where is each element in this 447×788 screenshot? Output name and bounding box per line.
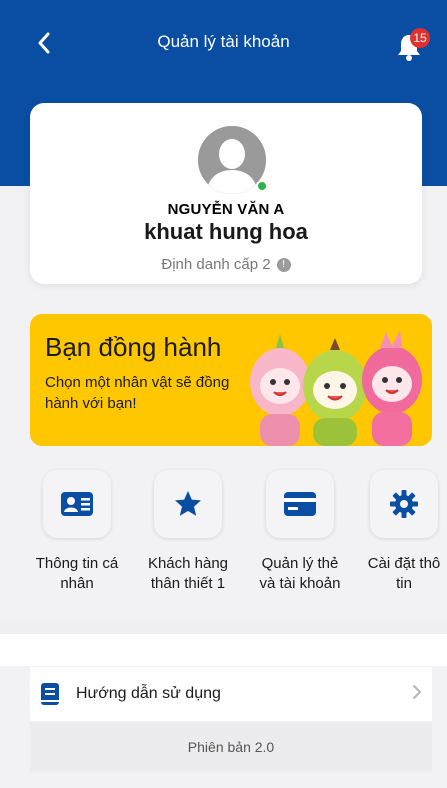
companion-subtitle: Chọn một nhân vật sẽ đồng hành với bạn! [45, 374, 230, 412]
user-name-overlay: NGUYỄN VĂN A [167, 201, 285, 218]
info-icon[interactable]: ! [276, 258, 291, 273]
page-title: Quản lý tài khoản [157, 32, 290, 51]
notification-badge: 15 [410, 28, 430, 48]
companion-banner[interactable]: Bạn đồng hành Chọn một nhân vật sẽ đồng … [30, 314, 432, 446]
app-version: Phiên bản 2.0 [30, 722, 432, 772]
identity-level[interactable]: Định danh cấp 2! [30, 256, 422, 273]
gear-icon [390, 490, 418, 518]
companion-title: Bạn đồng hành [45, 332, 222, 362]
star-icon [175, 491, 201, 516]
quick-action-tile[interactable] [266, 470, 334, 538]
notification-button[interactable]: 15 [394, 28, 434, 62]
section-spacer [0, 634, 447, 666]
id-card-icon [61, 492, 93, 516]
book-icon [38, 682, 62, 706]
chevron-right-icon [412, 683, 422, 706]
quick-action-settings[interactable]: Cài đặt thô tin [352, 470, 447, 594]
quick-action-label: Thông tin cá nhân [35, 555, 119, 592]
mascot-characters-illustration [250, 330, 422, 446]
quick-action-label: Khách hàng thân thiết 1 [147, 555, 229, 592]
identity-level-label: Định danh cấp 2 [161, 256, 271, 273]
quick-action-tile[interactable] [370, 470, 438, 538]
menu-item-user-guide[interactable]: Hướng dẫn sử dụng [30, 667, 432, 721]
quick-action-loyalty[interactable]: Khách hàng thân thiết 1 [133, 470, 243, 594]
online-status-dot [256, 180, 268, 192]
menu-item-label: Hướng dẫn sử dụng [76, 685, 221, 702]
profile-card: NGUYỄN VĂN A khuat hung hoa Định danh cấ… [30, 103, 422, 284]
section-divider [0, 620, 447, 634]
user-name: khuat hung hoa [144, 219, 308, 244]
quick-action-tile[interactable] [154, 470, 222, 538]
quick-action-tile[interactable] [43, 470, 111, 538]
quick-action-label: Quản lý thẻ và tài khoản [259, 555, 341, 592]
credit-card-icon [284, 492, 316, 516]
quick-action-label: Cài đặt thô tin [367, 555, 441, 592]
quick-action-card-management[interactable]: Quản lý thẻ và tài khoản [245, 470, 355, 594]
quick-action-personal-info[interactable]: Thông tin cá nhân [22, 470, 132, 594]
